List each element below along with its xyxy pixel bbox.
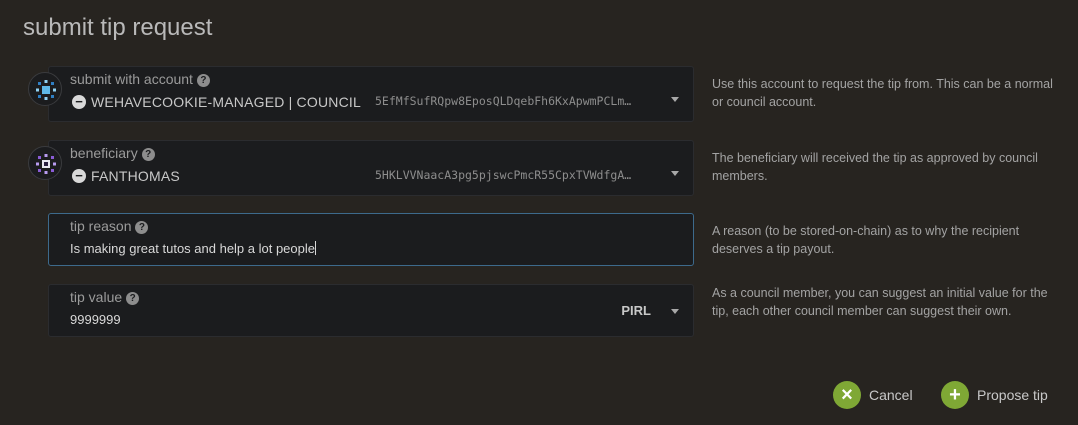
account-row: submit with account? − WEHAVECOOKIE-MANA… bbox=[0, 66, 1078, 122]
reason-label: tip reason bbox=[70, 218, 132, 234]
close-icon: × bbox=[833, 381, 861, 409]
account-name: WEHAVECOOKIE-MANAGED | COUNCIL bbox=[91, 94, 361, 110]
value-label-wrap: tip value? bbox=[70, 289, 140, 305]
account-select[interactable]: submit with account? − WEHAVECOOKIE-MANA… bbox=[48, 66, 694, 122]
value-amount: 9999999 bbox=[70, 312, 121, 327]
account-label: submit with account bbox=[70, 71, 193, 87]
reason-value-wrap: Is making great tutos and help a lot peo… bbox=[70, 241, 316, 256]
beneficiary-help: The beneficiary will received the tip as… bbox=[712, 151, 1038, 183]
minus-icon: − bbox=[72, 95, 86, 109]
beneficiary-select[interactable]: beneficiary? − FANTHOMAS 5HKLVVNaacA3pg5… bbox=[48, 140, 694, 196]
beneficiary-identicon-icon bbox=[28, 146, 62, 180]
reason-help: A reason (to be stored-on-chain) as to w… bbox=[712, 224, 1020, 256]
reason-label-wrap: tip reason? bbox=[70, 218, 149, 234]
help-icon[interactable]: ? bbox=[196, 74, 210, 87]
account-address: 5EfMfSufRQpw8EposQLDqebFh6KxApwmPCLm… bbox=[375, 94, 632, 108]
help-icon[interactable]: ? bbox=[126, 292, 140, 305]
reason-input[interactable]: tip reason? Is making great tutos and he… bbox=[48, 213, 694, 266]
value-input[interactable]: tip value? 9999999 PIRL bbox=[48, 284, 694, 337]
value-label: tip value bbox=[70, 289, 123, 305]
chevron-down-icon[interactable] bbox=[671, 309, 679, 314]
modal-title: submit tip request bbox=[23, 14, 213, 41]
beneficiary-row: beneficiary? − FANTHOMAS 5HKLVVNaacA3pg5… bbox=[0, 140, 1078, 196]
chevron-down-icon[interactable] bbox=[671, 171, 679, 176]
reason-row: tip reason? Is making great tutos and he… bbox=[0, 213, 1078, 266]
minus-icon: − bbox=[72, 169, 86, 183]
value-row: tip value? 9999999 PIRL As a council mem… bbox=[0, 284, 1078, 337]
account-label-wrap: submit with account? bbox=[70, 71, 210, 87]
beneficiary-label: beneficiary bbox=[70, 145, 138, 161]
chevron-down-icon[interactable] bbox=[671, 97, 679, 102]
cancel-button[interactable]: × Cancel bbox=[833, 380, 913, 410]
propose-label: Propose tip bbox=[977, 387, 1048, 403]
beneficiary-address: 5HKLVVNaacA3pg5pjswcPmcR55CpxTVWdfgA… bbox=[375, 168, 632, 182]
help-icon[interactable]: ? bbox=[135, 221, 149, 234]
reason-value: Is making great tutos and help a lot peo… bbox=[70, 241, 315, 256]
cancel-label: Cancel bbox=[869, 387, 913, 403]
plus-icon: + bbox=[941, 381, 969, 409]
unit-select[interactable]: PIRL bbox=[621, 303, 651, 318]
account-help: Use this account to request the tip from… bbox=[712, 77, 1053, 109]
beneficiary-name: FANTHOMAS bbox=[91, 168, 180, 184]
help-icon[interactable]: ? bbox=[141, 148, 155, 161]
account-identicon-icon bbox=[28, 72, 62, 106]
beneficiary-label-wrap: beneficiary? bbox=[70, 145, 155, 161]
value-help: As a council member, you can suggest an … bbox=[712, 286, 1048, 318]
propose-tip-button[interactable]: + Propose tip bbox=[941, 380, 1048, 410]
text-cursor bbox=[315, 241, 316, 255]
